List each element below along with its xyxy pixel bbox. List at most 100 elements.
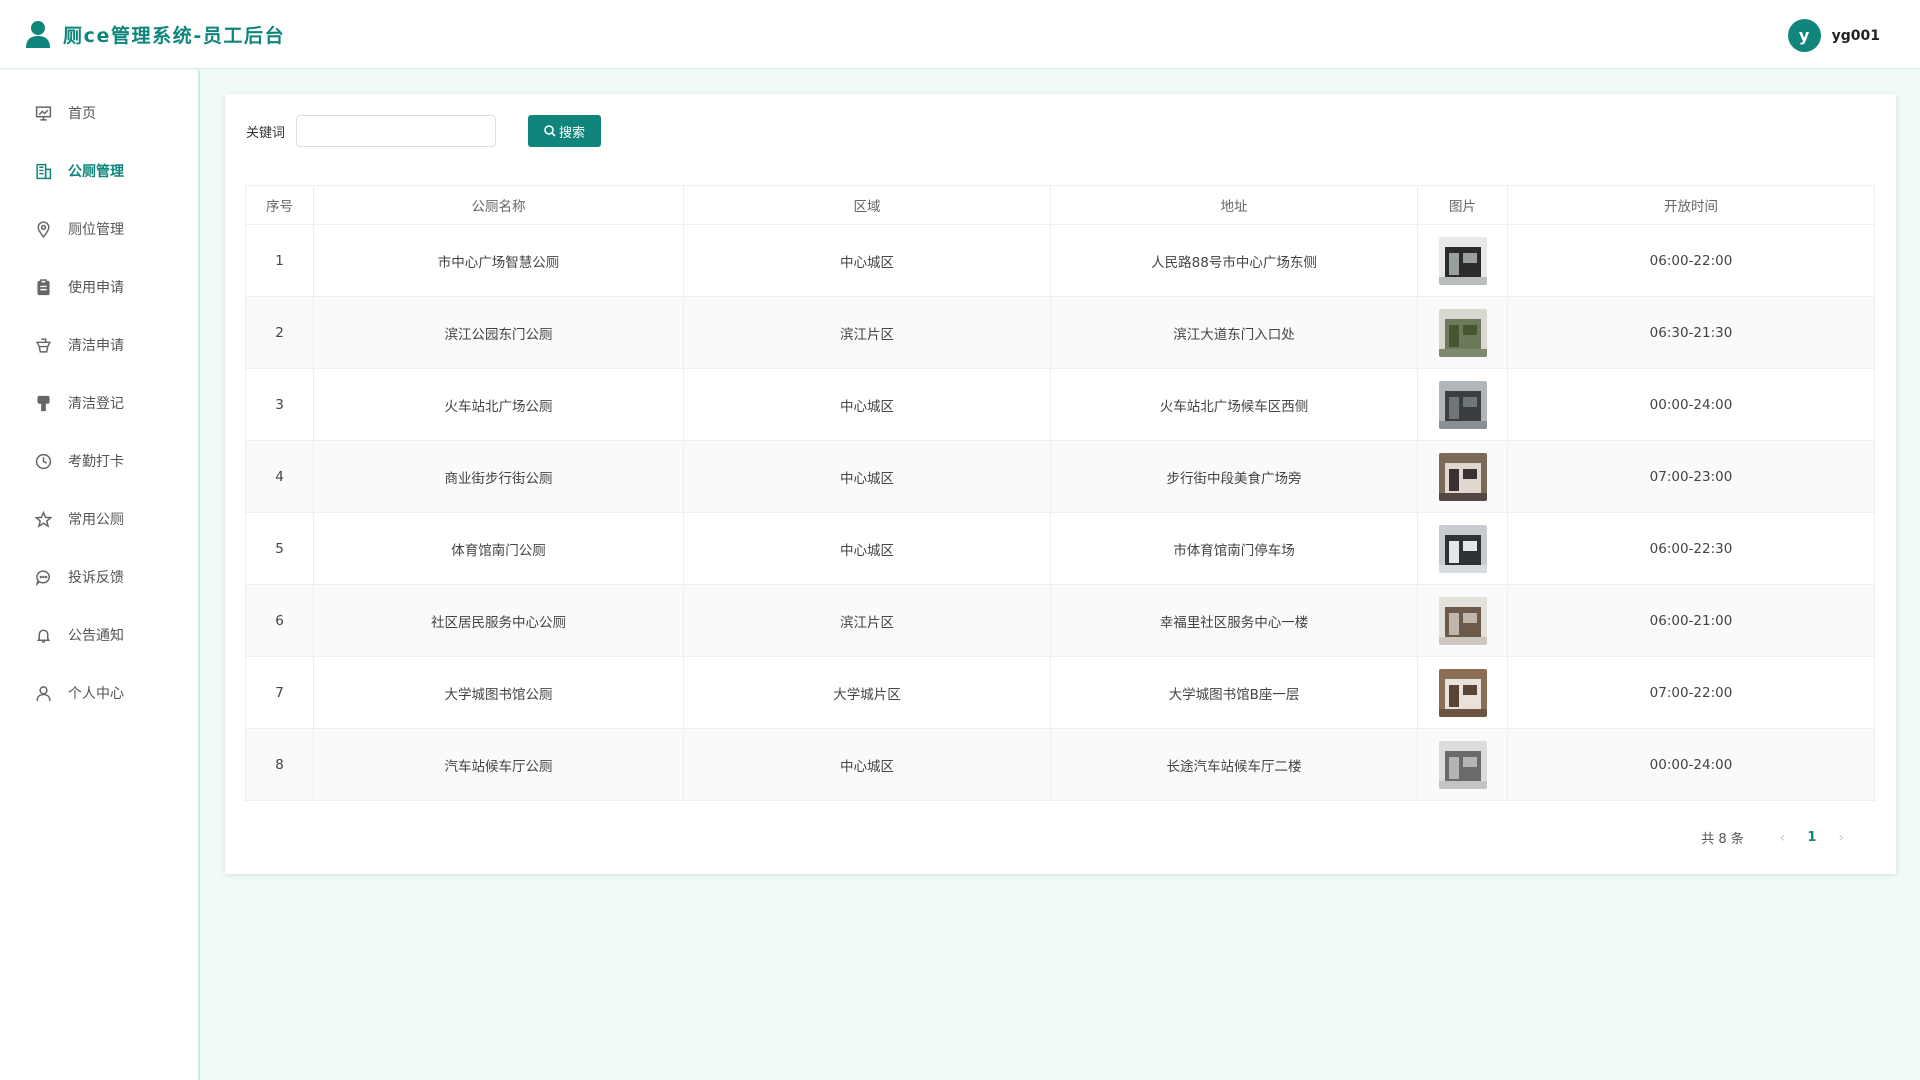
building-icon	[36, 163, 52, 179]
cell-area: 中心城区	[683, 512, 1051, 585]
cell-area: 大学城片区	[683, 656, 1051, 729]
bell-icon	[36, 628, 51, 643]
chevron-left-icon[interactable]: ‹	[1780, 830, 1786, 846]
user-menu[interactable]: y yg001	[1787, 19, 1880, 52]
sidebar-item-label: 个人中心	[68, 686, 124, 702]
top-header: 厕ce管理系统-员工后台 y yg001	[0, 0, 1920, 69]
cell-hours: 06:00-22:00	[1507, 224, 1875, 297]
user-icon	[26, 21, 50, 48]
toilet-photo[interactable]	[1438, 740, 1487, 789]
cell-image	[1417, 224, 1508, 297]
brush-icon	[37, 395, 50, 411]
sidebar-item-home[interactable]: 首页	[0, 84, 198, 142]
cell-name: 体育馆南门公厕	[313, 512, 684, 585]
sidebar-item-stall-management[interactable]: 厕位管理	[0, 200, 198, 258]
keyword-label: 关键词	[246, 125, 286, 141]
sidebar: 首页 公厕管理 厕位管理 使用申请 清洁申请 清洁登记 考勤打卡 常用公厕 投诉…	[0, 70, 200, 1080]
search-button-label: 搜索	[559, 125, 586, 141]
sidebar-item-label: 清洁申请	[68, 338, 124, 354]
cell-area: 滨江片区	[683, 584, 1051, 657]
cell-hours: 00:00-24:00	[1507, 368, 1875, 441]
cell-name: 社区居民服务中心公厕	[313, 584, 684, 657]
user-icon	[36, 685, 51, 701]
toilet-photo[interactable]	[1438, 308, 1487, 357]
table-row: 7 大学城图书馆公厕 大学城片区 大学城图书馆B座一层 07:00-22:00	[245, 656, 1875, 729]
cell-image	[1417, 296, 1508, 369]
dashboard-icon	[35, 105, 52, 121]
sidebar-item-toilet-management[interactable]: 公厕管理	[0, 142, 198, 200]
sidebar-item-label: 投诉反馈	[68, 570, 124, 586]
sidebar-item-label: 考勤打卡	[68, 454, 124, 470]
sidebar-item-cleaning-request[interactable]: 清洁申请	[0, 316, 198, 374]
cleaning-icon	[35, 337, 52, 353]
sidebar-item-usage-request[interactable]: 使用申请	[0, 258, 198, 316]
cell-address: 长途汽车站候车厅二楼	[1050, 728, 1418, 801]
sidebar-item-announcements[interactable]: 公告通知	[0, 606, 198, 664]
total-count: 共 8 条	[1701, 832, 1744, 847]
cell-name: 滨江公园东门公厕	[313, 296, 684, 369]
chevron-right-icon[interactable]: ›	[1838, 830, 1844, 846]
cell-area: 中心城区	[683, 368, 1051, 441]
sidebar-item-favorites[interactable]: 常用公厕	[0, 490, 198, 548]
column-header: 地址	[1050, 185, 1418, 225]
cell-index: 7	[245, 656, 314, 729]
clock-icon	[35, 453, 52, 469]
cell-address: 滨江大道东门入口处	[1050, 296, 1418, 369]
search-icon	[544, 125, 556, 137]
column-header: 公厕名称	[313, 185, 684, 225]
toilet-photo[interactable]	[1438, 524, 1487, 573]
sidebar-item-complaints[interactable]: 投诉反馈	[0, 548, 198, 606]
chat-icon	[35, 569, 50, 586]
sidebar-item-label: 公厕管理	[68, 164, 124, 180]
cell-name: 商业街步行街公厕	[313, 440, 684, 513]
star-icon	[35, 510, 52, 528]
cell-index: 2	[245, 296, 314, 369]
sidebar-item-attendance[interactable]: 考勤打卡	[0, 432, 198, 490]
avatar[interactable]: y	[1787, 19, 1821, 52]
sidebar-item-cleaning-log[interactable]: 清洁登记	[0, 374, 198, 432]
cell-area: 中心城区	[683, 440, 1051, 513]
location-icon	[37, 220, 50, 238]
cell-hours: 00:00-24:00	[1507, 728, 1875, 801]
cell-hours: 06:00-21:00	[1507, 584, 1875, 657]
cell-name: 市中心广场智慧公厕	[313, 224, 684, 297]
table-header-row: 序号 公厕名称 区域 地址 图片 开放时间	[245, 185, 1875, 225]
table-row: 8 汽车站候车厅公厕 中心城区 长途汽车站候车厅二楼 00:00-24:00	[245, 728, 1875, 801]
toilet-photo[interactable]	[1438, 236, 1487, 285]
toilet-photo[interactable]	[1438, 668, 1487, 717]
cell-address: 大学城图书馆B座一层	[1050, 656, 1418, 729]
page-number[interactable]: 1	[1807, 830, 1816, 845]
cell-name: 汽车站候车厅公厕	[313, 728, 684, 801]
cell-hours: 07:00-22:00	[1507, 656, 1875, 729]
cell-index: 5	[245, 512, 314, 585]
clipboard-icon	[37, 278, 50, 295]
cell-area: 中心城区	[683, 728, 1051, 801]
toilet-photo[interactable]	[1438, 596, 1487, 645]
toilet-photo[interactable]	[1438, 452, 1487, 501]
pagination: 共 8 条 ‹ 1 ›	[1701, 828, 1858, 848]
search-button[interactable]: 搜索	[528, 115, 602, 147]
cell-image	[1417, 368, 1508, 441]
cell-name: 大学城图书馆公厕	[313, 656, 684, 729]
keyword-input[interactable]	[296, 115, 497, 147]
cell-address: 市体育馆南门停车场	[1050, 512, 1418, 585]
toilet-table: 序号 公厕名称 区域 地址 图片 开放时间 1 市中心广场智慧公厕 中心城区 人民路8…	[245, 185, 1875, 801]
cell-image	[1417, 512, 1508, 585]
sidebar-item-label: 清洁登记	[68, 396, 124, 412]
cell-index: 6	[245, 584, 314, 657]
cell-image	[1417, 584, 1508, 657]
table-row: 6 社区居民服务中心公厕 滨江片区 幸福里社区服务中心一楼 06:00-21:00	[245, 584, 1875, 657]
sidebar-item-profile[interactable]: 个人中心	[0, 664, 198, 722]
sidebar-item-label: 厕位管理	[68, 222, 124, 238]
column-header: 序号	[245, 185, 314, 225]
cell-address: 火车站北广场候车区西侧	[1050, 368, 1418, 441]
cell-hours: 06:30-21:30	[1507, 296, 1875, 369]
cell-index: 4	[245, 440, 314, 513]
sidebar-item-label: 首页	[68, 106, 96, 122]
username[interactable]: yg001	[1832, 28, 1880, 44]
main-panel: 关键词 搜索 序号 公厕名称 区域 地址 图片 开放时间 1 市中心广场智慧公厕中…	[225, 94, 1896, 874]
cell-index: 1	[245, 224, 314, 297]
toilet-photo[interactable]	[1438, 380, 1487, 429]
cell-image	[1417, 440, 1508, 513]
cell-area: 中心城区	[683, 224, 1051, 297]
